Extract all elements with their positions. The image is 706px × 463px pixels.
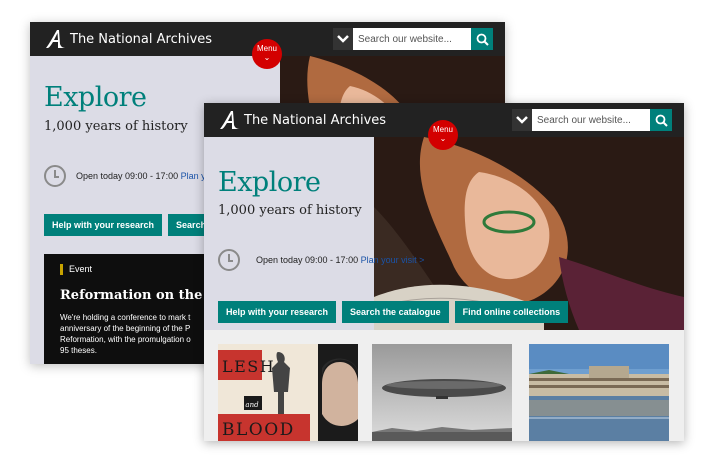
card-flesh-and-blood[interactable]: and LESH BLOOD bbox=[218, 344, 358, 441]
tna-logo-icon bbox=[46, 30, 66, 48]
menu-button[interactable]: Menu ⌄ bbox=[252, 39, 282, 69]
help-research-button[interactable]: Help with your research bbox=[218, 301, 337, 323]
chevron-down-icon: ⌄ bbox=[263, 53, 271, 62]
hero-subtitle: 1,000 years of history bbox=[218, 203, 362, 218]
chevron-down-icon bbox=[337, 35, 349, 43]
help-research-button[interactable]: Help with your research bbox=[44, 214, 163, 236]
chevron-down-icon: ⌄ bbox=[439, 134, 447, 143]
clock-icon bbox=[218, 249, 240, 271]
feature-cards: and LESH BLOOD bbox=[204, 330, 684, 441]
logo-text: The National Archives bbox=[70, 31, 213, 47]
cta-buttons: Help with your research Search the bbox=[44, 214, 231, 236]
search-button[interactable] bbox=[650, 109, 672, 131]
search-bar bbox=[512, 109, 672, 131]
hours-text: Open today 09:00 - 17:00 bbox=[256, 255, 359, 265]
hero-title: Explore bbox=[218, 167, 321, 198]
menu-label: Menu bbox=[256, 44, 277, 53]
hero-title: Explore bbox=[44, 82, 147, 113]
logo-text: The National Archives bbox=[244, 112, 387, 128]
search-scope-dropdown[interactable] bbox=[333, 28, 353, 50]
opening-hours: Open today 09:00 - 17:00 Plan your visit… bbox=[256, 255, 424, 265]
search-catalogue-button[interactable]: Search the catalogue bbox=[342, 301, 449, 323]
menu-label: Menu bbox=[432, 125, 453, 134]
clock-icon bbox=[44, 165, 66, 187]
plan-visit-link[interactable]: Plan your visit > bbox=[361, 255, 425, 265]
site-logo[interactable]: The National Archives bbox=[44, 29, 212, 49]
screenshot-front: The National Archives Menu ⌄ Explore bbox=[204, 103, 684, 441]
chevron-down-icon bbox=[516, 116, 528, 124]
tna-logo-icon bbox=[220, 111, 240, 129]
hero-subtitle: 1,000 years of history bbox=[44, 119, 188, 134]
search-button[interactable] bbox=[471, 28, 493, 50]
opening-hours: Open today 09:00 - 17:00 Plan yo bbox=[76, 171, 211, 181]
card-airship[interactable] bbox=[372, 344, 512, 441]
search-input[interactable] bbox=[353, 28, 471, 50]
menu-button[interactable]: Menu ⌄ bbox=[428, 120, 458, 150]
search-bar bbox=[333, 28, 493, 50]
card-flesh-text: LESH bbox=[222, 357, 275, 376]
hours-text: Open today 09:00 - 17:00 bbox=[76, 171, 179, 181]
search-scope-dropdown[interactable] bbox=[512, 109, 532, 131]
card-and-text: and bbox=[245, 401, 259, 409]
cta-buttons: Help with your research Search the catal… bbox=[218, 301, 569, 323]
search-input[interactable] bbox=[532, 109, 650, 131]
card-archives-building[interactable] bbox=[529, 344, 669, 441]
search-icon bbox=[655, 114, 668, 127]
find-collections-button[interactable]: Find online collections bbox=[454, 301, 569, 323]
search-icon bbox=[476, 33, 489, 46]
card-blood-text: BLOOD bbox=[222, 420, 295, 440]
site-logo[interactable]: The National Archives bbox=[218, 110, 386, 130]
